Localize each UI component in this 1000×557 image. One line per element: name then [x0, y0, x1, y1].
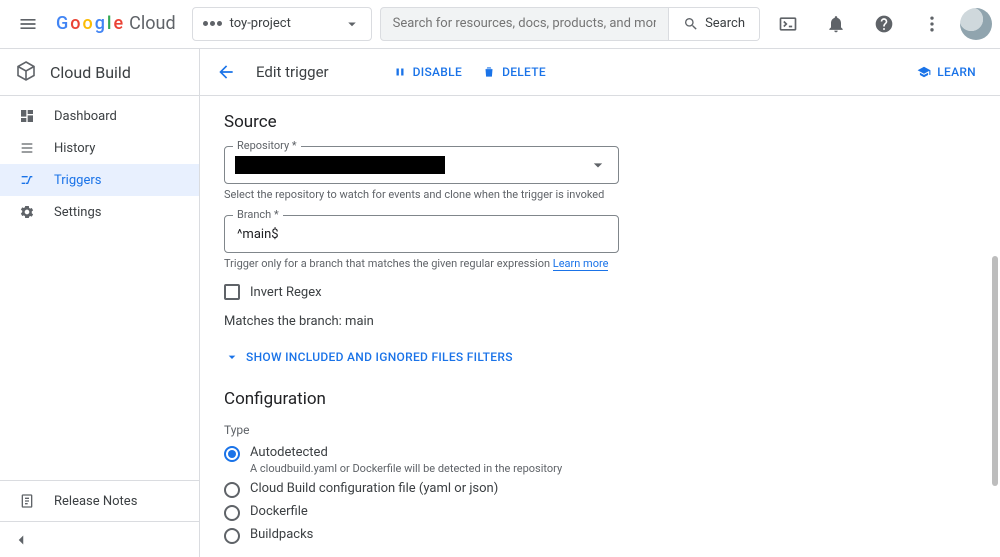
- checkbox-icon[interactable]: [224, 284, 240, 300]
- notifications-icon[interactable]: [816, 4, 856, 44]
- cloud-build-icon: [14, 60, 38, 84]
- chevron-left-icon: [12, 531, 30, 549]
- page-title: Edit trigger: [256, 63, 329, 81]
- triggers-icon: [18, 172, 36, 188]
- sidebar-item-history[interactable]: History: [0, 132, 199, 164]
- release-notes-label: Release Notes: [54, 494, 137, 509]
- dashboard-icon: [18, 108, 36, 124]
- repository-value-redacted: [235, 156, 445, 174]
- sidebar-item-triggers[interactable]: Triggers: [0, 164, 199, 196]
- trash-icon: [482, 65, 496, 79]
- collapse-sidebar[interactable]: [0, 521, 199, 557]
- delete-button[interactable]: DELETE: [482, 65, 546, 79]
- chevron-down-icon: [224, 349, 240, 365]
- release-notes[interactable]: Release Notes: [0, 481, 199, 521]
- notes-icon: [18, 493, 36, 509]
- branch-matches: Matches the branch: main: [224, 314, 976, 329]
- help-icon[interactable]: [864, 4, 904, 44]
- configuration-heading: Configuration: [224, 389, 976, 409]
- project-icon: [203, 21, 222, 26]
- scrollbar[interactable]: [992, 96, 1000, 557]
- type-radio-buildpacks[interactable]: Buildpacks: [224, 527, 976, 544]
- branch-input[interactable]: [235, 226, 608, 243]
- caret-down-icon: [343, 15, 361, 33]
- back-button[interactable]: [216, 62, 236, 82]
- repository-label: Repository *: [233, 139, 301, 152]
- sidebar-item-dashboard[interactable]: Dashboard: [0, 100, 199, 132]
- source-heading: Source: [224, 112, 976, 132]
- hamburger-menu[interactable]: [8, 4, 48, 44]
- google-cloud-logo[interactable]: Google Cloud: [56, 13, 176, 34]
- branch-input-wrapper[interactable]: Branch *: [224, 215, 619, 253]
- invert-regex-checkbox[interactable]: Invert Regex: [224, 284, 976, 300]
- project-name: toy-project: [230, 16, 335, 31]
- learn-button[interactable]: LEARN: [917, 65, 976, 79]
- cloud-shell-icon[interactable]: [768, 4, 808, 44]
- repository-help: Select the repository to watch for event…: [224, 188, 976, 201]
- pause-icon: [393, 65, 407, 79]
- caret-down-icon: [588, 155, 608, 175]
- sidebar-item-settings[interactable]: Settings: [0, 196, 199, 228]
- sidebar-item-label: Settings: [54, 205, 101, 220]
- radio-icon[interactable]: [224, 505, 240, 521]
- radio-icon[interactable]: [224, 528, 240, 544]
- scrollbar-thumb[interactable]: [992, 256, 998, 486]
- learn-icon: [917, 65, 931, 79]
- branch-help: Trigger only for a branch that matches t…: [224, 257, 976, 270]
- more-vert-icon[interactable]: [912, 4, 952, 44]
- disable-button[interactable]: DISABLE: [393, 65, 462, 79]
- branch-label: Branch *: [233, 208, 283, 221]
- sidebar-item-label: Dashboard: [54, 109, 117, 124]
- account-avatar[interactable]: [960, 8, 992, 40]
- sidebar-item-label: History: [54, 141, 95, 156]
- radio-icon[interactable]: [224, 446, 240, 462]
- learn-more-link[interactable]: Learn more: [553, 257, 609, 271]
- repository-select[interactable]: Repository *: [224, 146, 619, 184]
- product-heading: Cloud Build: [0, 49, 200, 95]
- type-label: Type: [224, 423, 976, 437]
- search-input[interactable]: [381, 8, 668, 40]
- sidebar: Dashboard History Triggers Settings: [0, 96, 200, 557]
- search-button[interactable]: Search: [668, 8, 759, 40]
- show-files-filters[interactable]: SHOW INCLUDED AND IGNORED FILES FILTERS: [224, 349, 976, 365]
- type-radio-autodetected[interactable]: Autodetected A cloudbuild.yaml or Docker…: [224, 445, 976, 475]
- sidebar-item-label: Triggers: [54, 173, 101, 188]
- main-content: Source Repository * Select the repositor…: [200, 96, 1000, 557]
- project-picker[interactable]: toy-project: [192, 7, 372, 41]
- type-radio-cloudbuild-file[interactable]: Cloud Build configuration file (yaml or …: [224, 481, 976, 498]
- radio-icon[interactable]: [224, 482, 240, 498]
- product-name: Cloud Build: [50, 63, 131, 82]
- search-box[interactable]: Search: [380, 7, 760, 41]
- search-icon: [683, 16, 699, 32]
- invert-regex-label: Invert Regex: [250, 285, 322, 300]
- type-radio-dockerfile[interactable]: Dockerfile: [224, 504, 976, 521]
- history-icon: [18, 140, 36, 156]
- gear-icon: [18, 204, 36, 220]
